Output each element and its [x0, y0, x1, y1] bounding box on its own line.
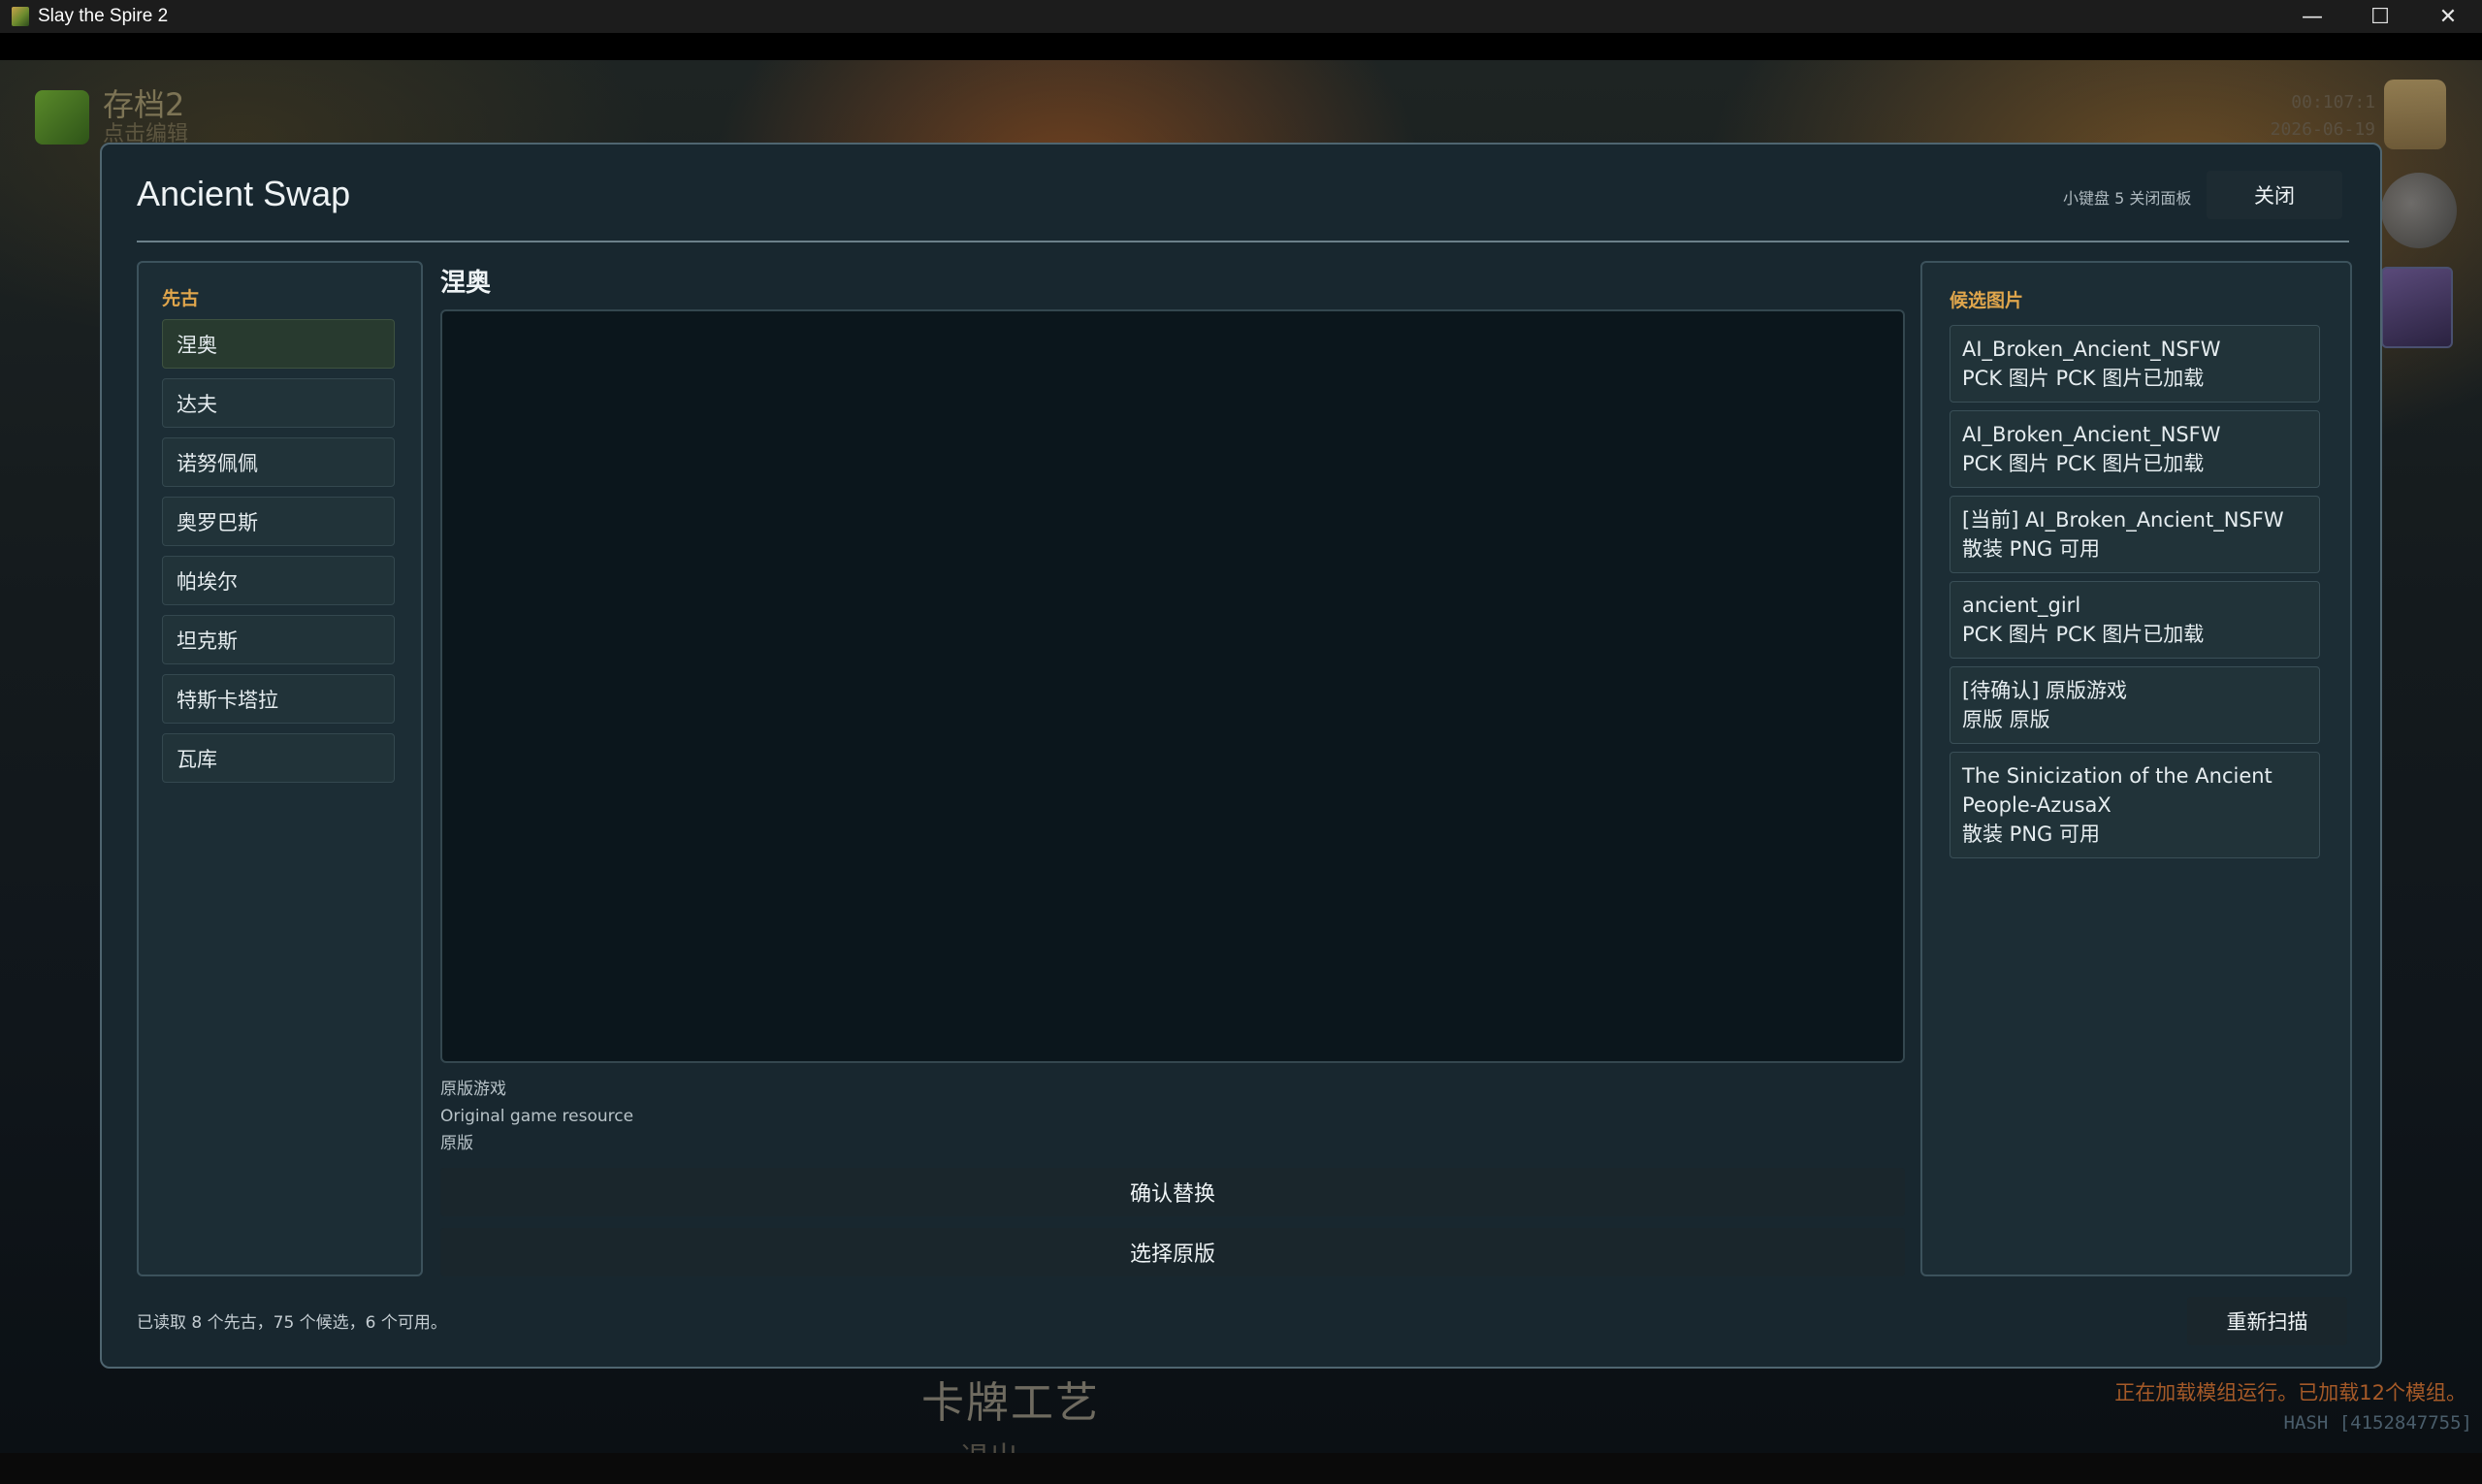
- window-titlebar: Slay the Spire 2 — ☐ ✕: [0, 0, 2482, 33]
- resource-info-type: 原版: [440, 1134, 473, 1153]
- map-scroll-icon[interactable]: [2384, 80, 2446, 149]
- candidate-list-label: 候选图片: [1950, 290, 2024, 311]
- candidate-pane: 候选图片 AI_Broken_Ancient_NSFW PCK 图片 PCK 图…: [1920, 261, 2352, 1276]
- scan-status: 已读取 8 个先古，75 个候选，6 个可用。: [137, 1313, 447, 1333]
- ancient-item-orobas[interactable]: 奥罗巴斯: [162, 497, 395, 546]
- minimize-button[interactable]: —: [2278, 0, 2346, 33]
- window-title: Slay the Spire 2: [38, 6, 169, 26]
- character-avatar-icon[interactable]: [2381, 173, 2457, 248]
- candidate-item[interactable]: ancient_girl PCK 图片 PCK 图片已加载: [1950, 581, 2320, 659]
- ancient-item-tezcatara[interactable]: 特斯卡塔拉: [162, 674, 395, 724]
- candidate-item-pending[interactable]: [待确认] 原版游戏 原版 原版: [1950, 666, 2320, 744]
- candidate-name: ancient_girl: [1962, 594, 2081, 617]
- ancient-swap-panel: Ancient Swap 小键盘 5 关闭面板 关闭 先古 涅奥 达夫 诺努佩佩…: [100, 143, 2382, 1369]
- menu-card-craft[interactable]: 卡牌工艺: [921, 1368, 1100, 1430]
- title-divider: [137, 241, 2349, 242]
- letterbox-top: [0, 33, 2482, 60]
- letterbox-bottom: [0, 1453, 2482, 1484]
- mod-loading-status: 正在加载模组运行。已加载12个模组。: [2114, 1381, 2466, 1404]
- candidate-list: AI_Broken_Ancient_NSFW PCK 图片 PCK 图片已加载 …: [1950, 325, 2320, 866]
- selected-ancient-title: 涅奥: [440, 269, 492, 298]
- candidate-item-current[interactable]: [当前] AI_Broken_Ancient_NSFW 散装 PNG 可用: [1950, 496, 2320, 573]
- close-window-button[interactable]: ✕: [2414, 0, 2482, 33]
- ancient-item-neow[interactable]: 涅奥: [162, 319, 395, 369]
- candidate-detail: PCK 图片 PCK 图片已加载: [1962, 367, 2205, 390]
- run-info-line1: 00:107:1: [2291, 92, 2375, 113]
- image-preview: [440, 309, 1905, 1063]
- candidate-name: AI_Broken_Ancient_NSFW: [1962, 338, 2221, 361]
- candidate-detail: 散装 PNG 可用: [1962, 823, 2100, 846]
- ancient-item-pael[interactable]: 帕埃尔: [162, 556, 395, 605]
- candidate-detail: 原版 原版: [1962, 708, 2050, 731]
- resource-info: 原版游戏 Original game resource 原版: [440, 1076, 633, 1157]
- maximize-button[interactable]: ☐: [2346, 0, 2414, 33]
- candidate-item[interactable]: AI_Broken_Ancient_NSFW PCK 图片 PCK 图片已加载: [1950, 410, 2320, 488]
- ancient-item-vakuu[interactable]: 瓦库: [162, 733, 395, 783]
- ancient-list-pane: 先古 涅奥 达夫 诺努佩佩 奥罗巴斯 帕埃尔 坦克斯 特斯卡塔拉 瓦库: [137, 261, 423, 1276]
- app-icon: [12, 7, 29, 26]
- resource-info-description: Original game resource: [440, 1107, 634, 1126]
- window-controls: — ☐ ✕: [2278, 0, 2482, 33]
- ancient-item-tanx[interactable]: 坦克斯: [162, 615, 395, 664]
- ancient-list-label: 先古: [162, 288, 200, 309]
- confirm-swap-button[interactable]: 确认替换: [440, 1168, 1905, 1216]
- candidate-detail: PCK 图片 PCK 图片已加载: [1962, 452, 2205, 475]
- select-original-button[interactable]: 选择原版: [440, 1228, 1905, 1276]
- candidate-name: AI_Broken_Ancient_NSFW: [1962, 423, 2221, 446]
- candidate-name: [待确认] 原版游戏: [1962, 679, 2128, 702]
- run-info: 00:107:1 2026-06-19: [2271, 89, 2375, 144]
- candidate-name: [当前] AI_Broken_Ancient_NSFW: [1962, 508, 2284, 532]
- save-slot-name: 存档2: [103, 86, 185, 123]
- run-info-line2: 2026-06-19: [2270, 119, 2375, 140]
- candidate-item[interactable]: AI_Broken_Ancient_NSFW PCK 图片 PCK 图片已加载: [1950, 325, 2320, 403]
- ancient-item-darv[interactable]: 达夫: [162, 378, 395, 428]
- rescan-button[interactable]: 重新扫描: [2187, 1297, 2347, 1345]
- portrait-thumbnail[interactable]: [2381, 267, 2453, 348]
- candidate-name: The Sinicization of the Ancient People-A…: [1962, 764, 2272, 817]
- close-button[interactable]: 关闭: [2207, 171, 2342, 219]
- close-hint: 小键盘 5 关闭面板: [2063, 189, 2192, 208]
- candidate-detail: 散装 PNG 可用: [1962, 537, 2100, 561]
- ancient-item-nonupeipe[interactable]: 诺努佩佩: [162, 437, 395, 487]
- build-hash: HASH [4152847755]: [2283, 1412, 2472, 1434]
- candidate-item[interactable]: The Sinicization of the Ancient People-A…: [1950, 752, 2320, 858]
- candidate-detail: PCK 图片 PCK 图片已加载: [1962, 623, 2205, 646]
- save-slot-icon: [35, 90, 89, 145]
- save-slot[interactable]: 存档2 点击编辑: [35, 89, 188, 145]
- resource-info-source: 原版游戏: [440, 1080, 506, 1099]
- panel-title: Ancient Swap: [137, 174, 351, 213]
- ancient-list: 涅奥 达夫 诺努佩佩 奥罗巴斯 帕埃尔 坦克斯 特斯卡塔拉 瓦库: [162, 319, 395, 792]
